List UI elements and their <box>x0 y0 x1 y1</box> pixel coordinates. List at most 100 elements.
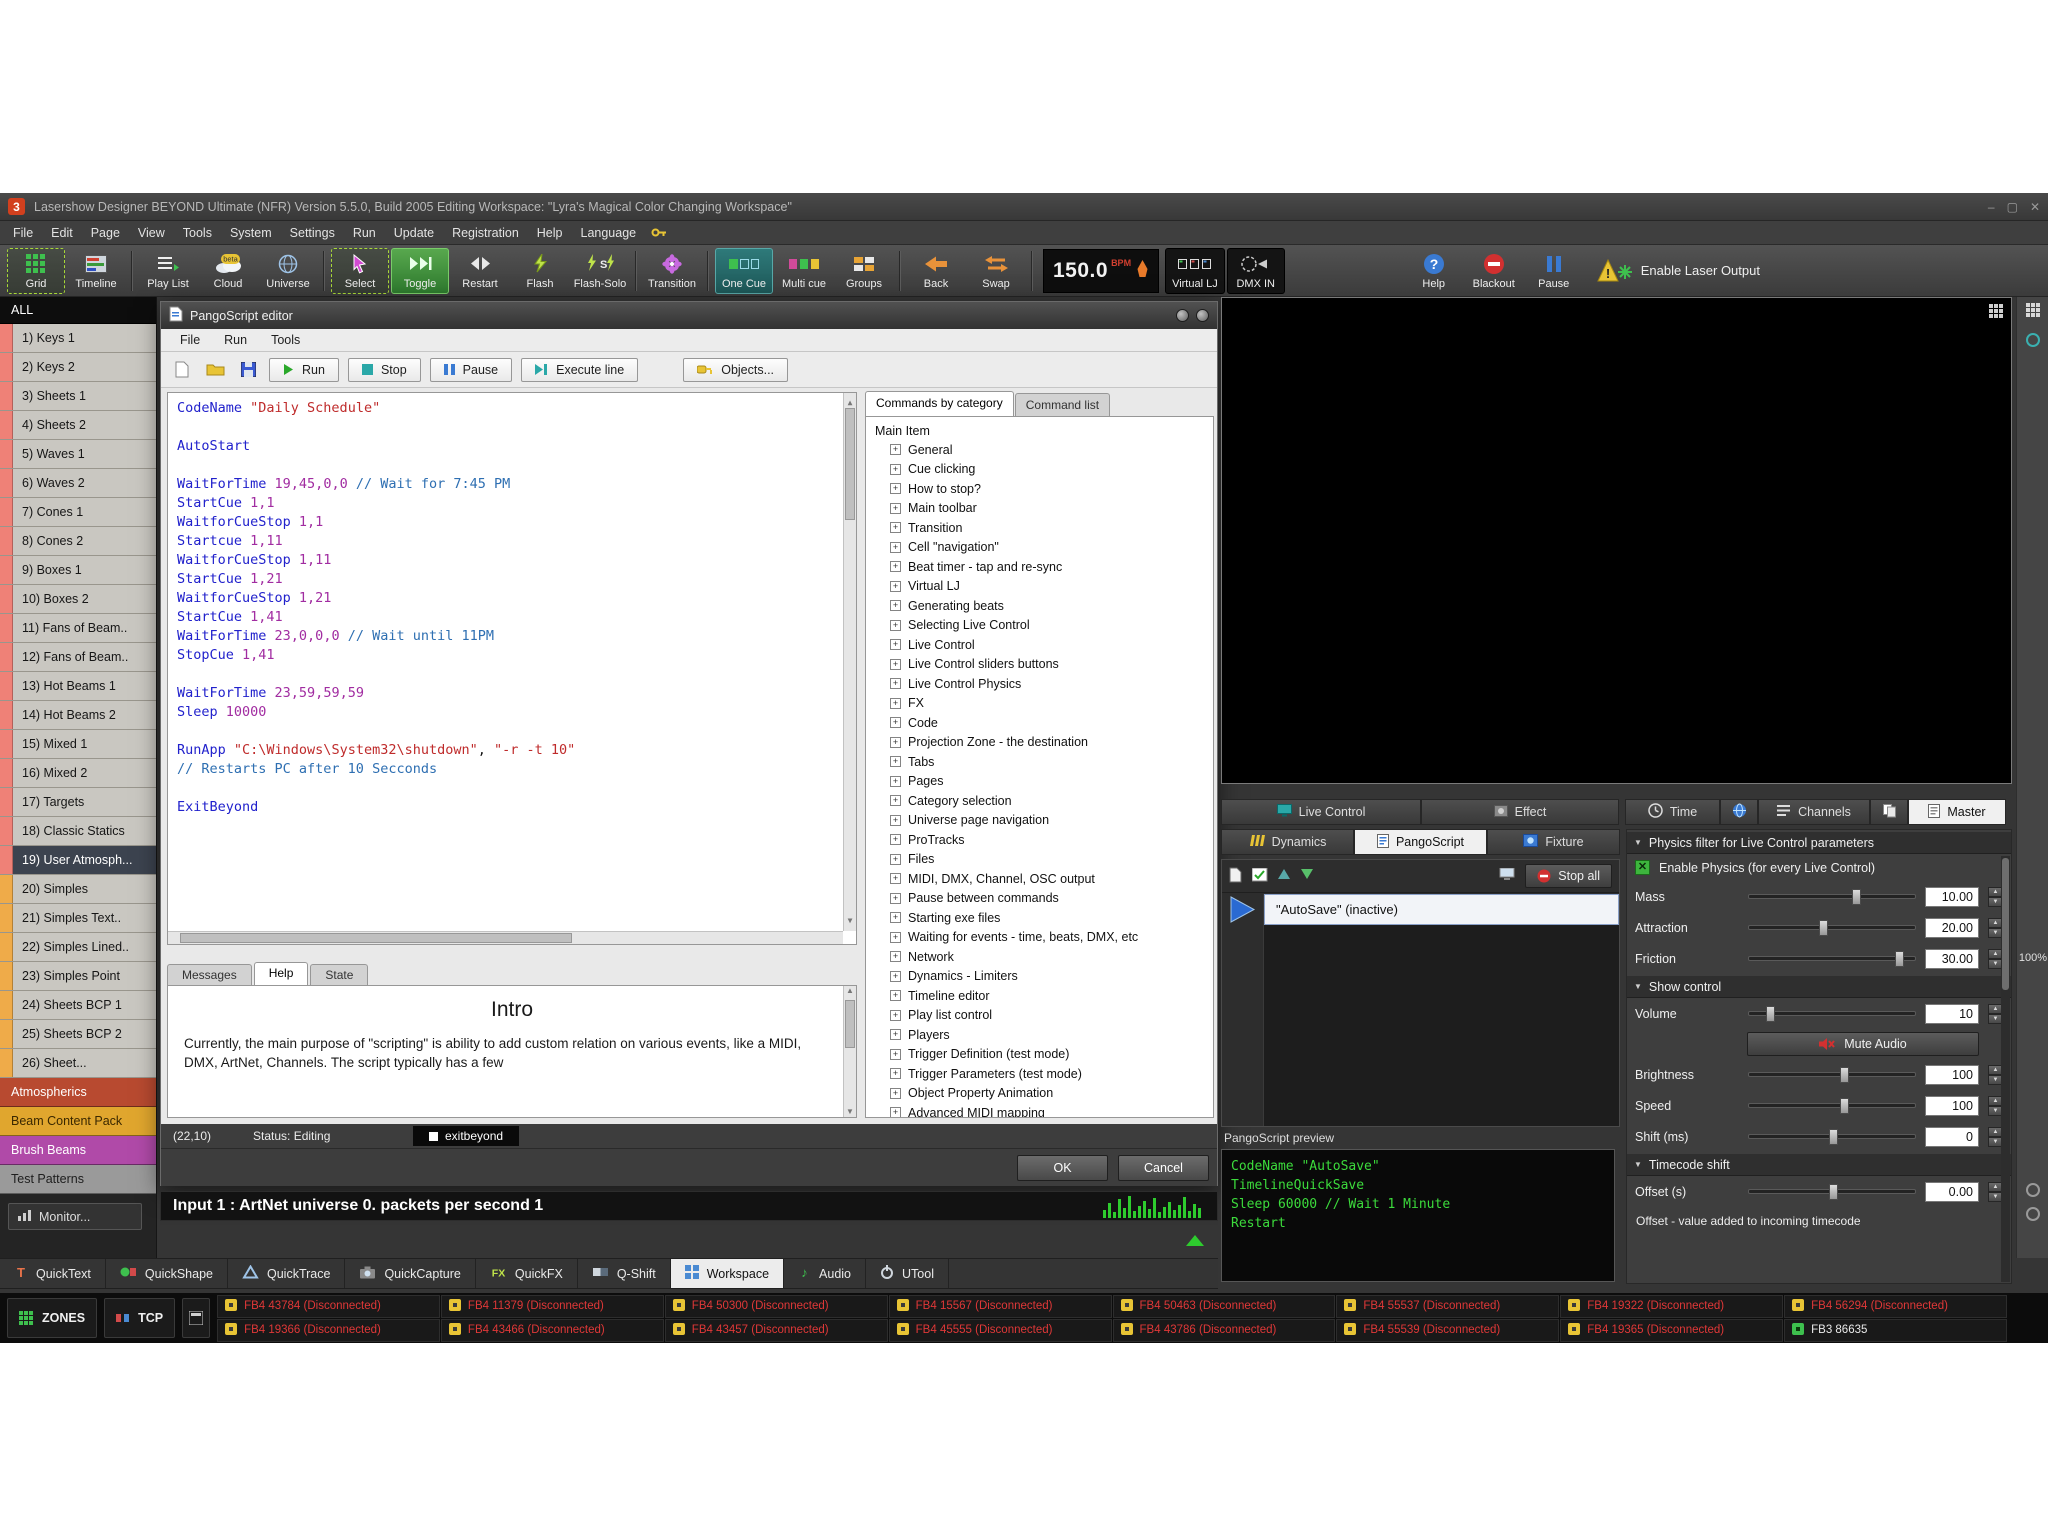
device-fb4-11379-disconnected[interactable]: FB4 11379 (Disconnected) <box>441 1295 664 1318</box>
tree-item-waiting-for-events-time-beats-dmx-etc[interactable]: +Waiting for events - time, beats, DMX, … <box>873 928 1213 948</box>
tab-fixture[interactable]: Fixture <box>1487 829 1620 855</box>
script-list-item-autosave[interactable]: "AutoSave" (inactive) <box>1264 894 1619 925</box>
sidebar-page-10-boxes-2[interactable]: 10) Boxes 2 <box>0 585 156 614</box>
objects-button[interactable]: Objects... <box>683 358 788 382</box>
monitor-button[interactable]: Monitor... <box>8 1203 142 1230</box>
device-fb4-19322-disconnected[interactable]: FB4 19322 (Disconnected) <box>1560 1295 1783 1318</box>
stop-all-button[interactable]: Stop all <box>1525 864 1612 888</box>
toolbar-button-universe[interactable]: Universe <box>259 248 317 294</box>
tree-item-dynamics-limiters[interactable]: +Dynamics - Limiters <box>873 967 1213 987</box>
sidebar-page-8-cones-2[interactable]: 8) Cones 2 <box>0 527 156 556</box>
toolbar-button-one-cue[interactable]: One Cue <box>715 248 773 294</box>
expand-plus-icon[interactable]: + <box>890 444 901 455</box>
volume-slider[interactable] <box>1748 1011 1916 1016</box>
tab-globe[interactable] <box>1720 799 1758 825</box>
attraction-slider[interactable] <box>1748 925 1916 930</box>
tree-item-network[interactable]: +Network <box>873 947 1213 967</box>
attraction-value[interactable]: 20.00 <box>1925 918 1979 938</box>
tree-item-live-control-sliders-buttons[interactable]: +Live Control sliders buttons <box>873 655 1213 675</box>
tree-root-item[interactable]: Main Item <box>873 421 1213 440</box>
code-vertical-scrollbar[interactable]: ▲▼ <box>843 393 856 931</box>
sidebar-page-11-fans-of-beam[interactable]: 11) Fans of Beam.. <box>0 614 156 643</box>
strip-target-icon[interactable] <box>2017 333 2048 347</box>
sidebar-page-18-classic-statics[interactable]: 18) Classic Statics <box>0 817 156 846</box>
expand-plus-icon[interactable]: + <box>890 971 901 982</box>
device-fb4-43786-disconnected[interactable]: FB4 43786 (Disconnected) <box>1113 1319 1336 1342</box>
expand-plus-icon[interactable]: + <box>890 951 901 962</box>
tree-item-play-list-control[interactable]: +Play list control <box>873 1006 1213 1026</box>
menu-language[interactable]: Language <box>572 223 646 243</box>
menu-settings[interactable]: Settings <box>281 223 344 243</box>
expand-plus-icon[interactable]: + <box>890 1068 901 1079</box>
tree-item-trigger-parameters-test-mode[interactable]: +Trigger Parameters (test mode) <box>873 1064 1213 1084</box>
sidebar-page-9-boxes-1[interactable]: 9) Boxes 1 <box>0 556 156 585</box>
menu-tools[interactable]: Tools <box>174 223 221 243</box>
tab-effect[interactable]: Effect <box>1421 799 1619 825</box>
friction-slider[interactable] <box>1748 956 1916 961</box>
editor-pin-button[interactable] <box>1176 309 1189 322</box>
sidebar-page-16-mixed-2[interactable]: 16) Mixed 2 <box>0 759 156 788</box>
expand-plus-icon[interactable]: + <box>890 776 901 787</box>
sidebar-page-15-mixed-1[interactable]: 15) Mixed 1 <box>0 730 156 759</box>
strip-circle-icon-1[interactable] <box>2017 1183 2048 1197</box>
tree-item-protracks[interactable]: +ProTracks <box>873 830 1213 850</box>
expand-plus-icon[interactable]: + <box>890 483 901 494</box>
device-fb4-43784-disconnected[interactable]: FB4 43784 (Disconnected) <box>217 1295 440 1318</box>
checkbox-checked-icon[interactable]: ✕ <box>1635 860 1650 875</box>
tree-item-beat-timer-tap-and-re-sync[interactable]: +Beat timer - tap and re-sync <box>873 557 1213 577</box>
device-fb4-50463-disconnected[interactable]: FB4 50463 (Disconnected) <box>1113 1295 1336 1318</box>
sidebar-page-21-simples-text[interactable]: 21) Simples Text.. <box>0 904 156 933</box>
menu-help[interactable]: Help <box>528 223 572 243</box>
enable-physics-row[interactable]: ✕Enable Physics (for every Live Control) <box>1627 854 2011 881</box>
save-script-icon[interactable] <box>236 358 260 382</box>
slider-knob[interactable] <box>1840 1067 1849 1083</box>
brightness-value[interactable]: 100 <box>1925 1065 1979 1085</box>
tab-master[interactable]: Master <box>1908 799 2006 825</box>
tree-item-transition[interactable]: +Transition <box>873 518 1213 538</box>
toolbar-button-flash-solo[interactable]: SFlash-Solo <box>571 248 629 294</box>
friction-value[interactable]: 30.00 <box>1925 949 1979 969</box>
expand-plus-icon[interactable]: + <box>890 815 901 826</box>
tree-item-code[interactable]: +Code <box>873 713 1213 733</box>
play-script-icon[interactable] <box>1229 896 1256 1126</box>
code-horizontal-scrollbar[interactable] <box>168 931 843 944</box>
quickbar-quickcapture[interactable]: QuickCapture <box>345 1259 475 1288</box>
slider-knob[interactable] <box>1819 920 1828 936</box>
menu-run[interactable]: Run <box>344 223 385 243</box>
sidebar-page-4-sheets-2[interactable]: 4) Sheets 2 <box>0 411 156 440</box>
expand-plus-icon[interactable]: + <box>890 542 901 553</box>
tree-item-players[interactable]: +Players <box>873 1025 1213 1045</box>
toolbar-button-pause[interactable]: Pause <box>1525 248 1583 294</box>
device-fb4-15567-disconnected[interactable]: FB4 15567 (Disconnected) <box>889 1295 1112 1318</box>
strip-grid-icon[interactable] <box>2017 303 2048 317</box>
editor-tab-messages[interactable]: Messages <box>167 964 252 985</box>
expand-plus-icon[interactable]: + <box>890 561 901 572</box>
shift-ms-slider[interactable] <box>1748 1134 1916 1139</box>
expand-plus-icon[interactable]: + <box>890 737 901 748</box>
quickbar-quickshape[interactable]: QuickShape <box>106 1259 228 1288</box>
tab-pages[interactable] <box>1870 799 1908 825</box>
minimize-button[interactable]: – <box>1988 200 1995 214</box>
expand-plus-icon[interactable]: + <box>890 932 901 943</box>
device-fb4-56294-disconnected[interactable]: FB4 56294 (Disconnected) <box>1784 1295 2007 1318</box>
toolbar-button-toggle[interactable]: Toggle <box>391 248 449 294</box>
key-icon[interactable] <box>651 227 667 238</box>
tree-item-pages[interactable]: +Pages <box>873 772 1213 792</box>
quickbar-quicktext[interactable]: TQuickText <box>0 1259 106 1288</box>
tree-item-how-to-stop[interactable]: +How to stop? <box>873 479 1213 499</box>
expand-plus-icon[interactable]: + <box>890 522 901 533</box>
tree-item-starting-exe-files[interactable]: +Starting exe files <box>873 908 1213 928</box>
expand-plus-icon[interactable]: + <box>890 698 901 709</box>
expand-plus-icon[interactable]: + <box>890 1107 901 1118</box>
stop-button[interactable]: Stop <box>348 358 421 382</box>
expand-plus-icon[interactable]: + <box>890 893 901 904</box>
toolbar-button-back[interactable]: Back <box>907 248 965 294</box>
quickbar-quickfx[interactable]: FXQuickFX <box>476 1259 578 1288</box>
device-fb4-43466-disconnected[interactable]: FB4 43466 (Disconnected) <box>441 1319 664 1342</box>
toolbar-button-timeline[interactable]: Timeline <box>67 248 125 294</box>
device-fb4-19366-disconnected[interactable]: FB4 19366 (Disconnected) <box>217 1319 440 1342</box>
editor-menu-tools[interactable]: Tools <box>260 331 311 349</box>
menu-system[interactable]: System <box>221 223 281 243</box>
expand-plus-icon[interactable]: + <box>890 873 901 884</box>
ok-button[interactable]: OK <box>1017 1155 1108 1181</box>
